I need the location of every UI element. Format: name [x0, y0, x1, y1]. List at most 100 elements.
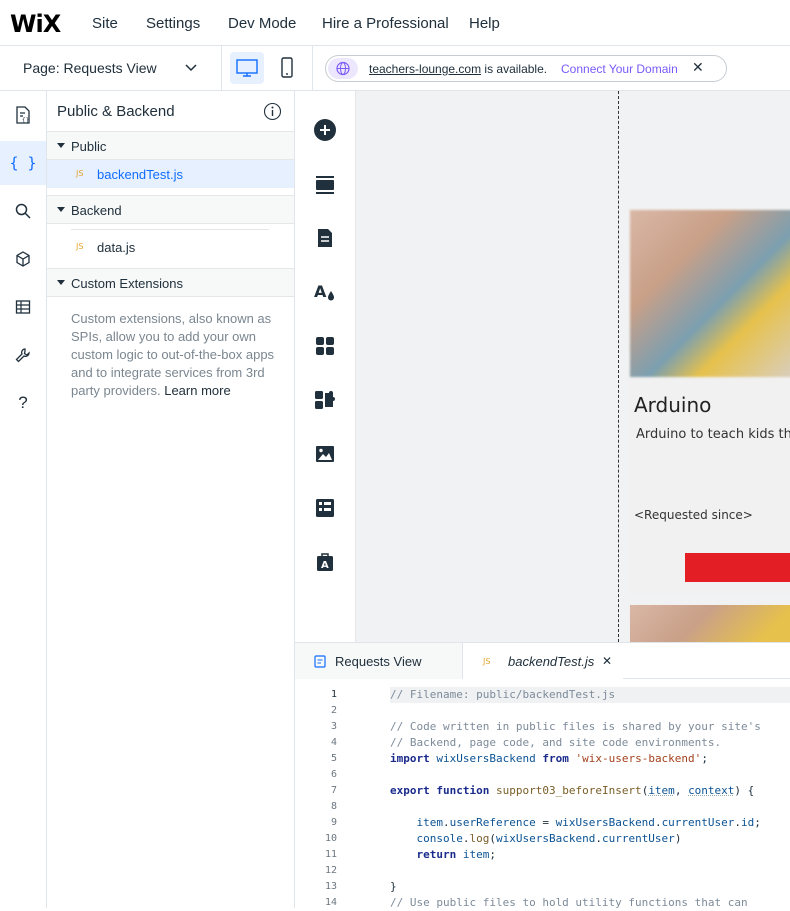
request-card[interactable]: [628, 603, 790, 642]
menu-settings[interactable]: Settings: [146, 15, 200, 32]
top-bar: WiX Site Settings Dev Mode Hire a Profes…: [0, 0, 790, 46]
tab-label: backendTest.js: [508, 654, 595, 669]
file-backendtest[interactable]: JS backendTest.js: [47, 160, 294, 188]
learn-more-link[interactable]: Learn more: [164, 383, 230, 398]
line-number: 8: [330, 801, 337, 812]
tab-backendtest[interactable]: JS backendTest.js ✕: [463, 643, 623, 679]
line-number: 1: [330, 689, 337, 700]
add-element-button[interactable]: [309, 114, 341, 146]
globe-icon: [328, 58, 358, 79]
section-label: Backend: [71, 203, 122, 218]
line-number: 2: [330, 705, 337, 716]
page-code-icon: {}: [16, 106, 30, 124]
menu-help[interactable]: Help: [469, 15, 500, 32]
card-button[interactable]: [685, 553, 790, 582]
js-file-icon: JS: [76, 242, 84, 251]
left-icon-rail: {} { } ?: [0, 91, 47, 908]
media-button[interactable]: [309, 438, 341, 470]
collapse-arrow-icon: [57, 143, 65, 148]
code-area[interactable]: 1 2 3 4 5 6 7 8 9 10 11 12 13 14 // File…: [295, 679, 790, 909]
page-selector-label: Page: Requests View: [23, 60, 157, 76]
line-number: 12: [324, 865, 337, 876]
cube-icon: [16, 251, 30, 267]
image-icon: [316, 446, 334, 462]
card-title: Arduino: [634, 393, 712, 417]
plus-circle-icon: [314, 119, 336, 141]
public-backend-button[interactable]: { }: [0, 141, 46, 185]
add-elements-bar: A A: [295, 91, 356, 642]
app-market-button[interactable]: A: [309, 546, 341, 578]
code-line: }: [390, 880, 397, 893]
business-apps-button[interactable]: [309, 384, 341, 416]
wix-logo[interactable]: WiX: [10, 10, 61, 38]
line-number: 7: [330, 785, 337, 796]
chevron-down-icon: [185, 64, 197, 72]
code-line: // Code written in public files is share…: [390, 720, 761, 733]
line-number: 4: [330, 737, 337, 748]
connect-domain-link[interactable]: Connect Your Domain: [561, 62, 678, 76]
tab-label: Requests View: [335, 654, 422, 669]
js-file-icon: JS: [76, 169, 84, 178]
card-description: Arduino to teach kids the: [636, 427, 790, 442]
help-button[interactable]: ?: [0, 381, 46, 425]
code-editor: Requests View JS backendTest.js ✕ 1 2 3 …: [295, 642, 790, 909]
line-number: 5: [330, 753, 337, 764]
apps-grid-icon: [316, 337, 334, 355]
svg-text:A: A: [314, 282, 327, 301]
add-section-button[interactable]: [309, 168, 341, 200]
search-icon: [15, 203, 31, 219]
add-apps-button[interactable]: [309, 330, 341, 362]
card-requested-since: <Requested since>: [634, 508, 753, 522]
pages-button[interactable]: [309, 222, 341, 254]
cms-table-icon: [316, 499, 334, 517]
request-card[interactable]: Arduino Arduino to teach kids the <Reque…: [628, 208, 790, 594]
page-code-icon: [314, 655, 326, 668]
info-icon[interactable]: [263, 102, 282, 121]
section-public[interactable]: Public: [47, 131, 294, 160]
file-name: backendTest.js: [97, 167, 183, 182]
code-lines: // Filename: public/backendTest.js // Co…: [390, 687, 790, 911]
domain-suffix: is available.: [481, 62, 548, 76]
line-numbers: 1 2 3 4 5 6 7 8 9 10 11 12 13 14: [295, 687, 337, 911]
editor-canvas[interactable]: Arduino Arduino to teach kids the <Reque…: [356, 91, 790, 642]
search-button[interactable]: [0, 189, 46, 233]
menu-site[interactable]: Site: [92, 15, 118, 32]
table-icon: [15, 300, 31, 314]
braces-icon: { }: [9, 154, 37, 172]
menu-dev-mode[interactable]: Dev Mode: [228, 15, 296, 32]
code-line: console.log(wixUsersBackend.currentUser): [416, 832, 682, 845]
mobile-icon: [281, 57, 293, 78]
code-line: // Backend, page code, and site code env…: [390, 736, 722, 749]
file-data[interactable]: JS data.js: [47, 233, 294, 261]
packages-button[interactable]: [0, 237, 46, 281]
site-design-button[interactable]: A: [309, 276, 341, 308]
wrench-icon: [15, 348, 30, 363]
code-line: export function support03_beforeInsert(i…: [390, 784, 755, 797]
page-code-button[interactable]: {}: [0, 93, 46, 137]
section-custom-extensions[interactable]: Custom Extensions: [47, 268, 294, 297]
section-backend[interactable]: Backend: [47, 195, 294, 224]
desktop-view-button[interactable]: [230, 52, 264, 84]
tab-requests-view[interactable]: Requests View: [295, 643, 463, 679]
developer-tools-button[interactable]: [0, 333, 46, 377]
theme-icon: A: [314, 282, 334, 301]
domain-name-link[interactable]: teachers-lounge.com: [369, 62, 481, 76]
code-line: return item;: [416, 848, 497, 861]
cms-button[interactable]: [309, 492, 341, 524]
close-icon[interactable]: ✕: [692, 59, 704, 76]
js-file-icon: JS: [483, 657, 491, 666]
page-selector[interactable]: Page: Requests View: [0, 46, 222, 90]
menu-hire-professional[interactable]: Hire a Professional: [322, 15, 449, 32]
mobile-view-button[interactable]: [270, 52, 304, 84]
divider: [312, 46, 313, 90]
domain-banner: teachers-lounge.com is available. Connec…: [325, 55, 727, 82]
databases-button[interactable]: [0, 285, 46, 329]
divider: [71, 229, 269, 230]
close-icon[interactable]: ✕: [602, 654, 612, 668]
line-number: 14: [324, 897, 337, 908]
desktop-icon: [236, 59, 258, 77]
code-line: // Filename: public/backendTest.js: [390, 687, 790, 703]
line-number: 9: [330, 817, 337, 828]
